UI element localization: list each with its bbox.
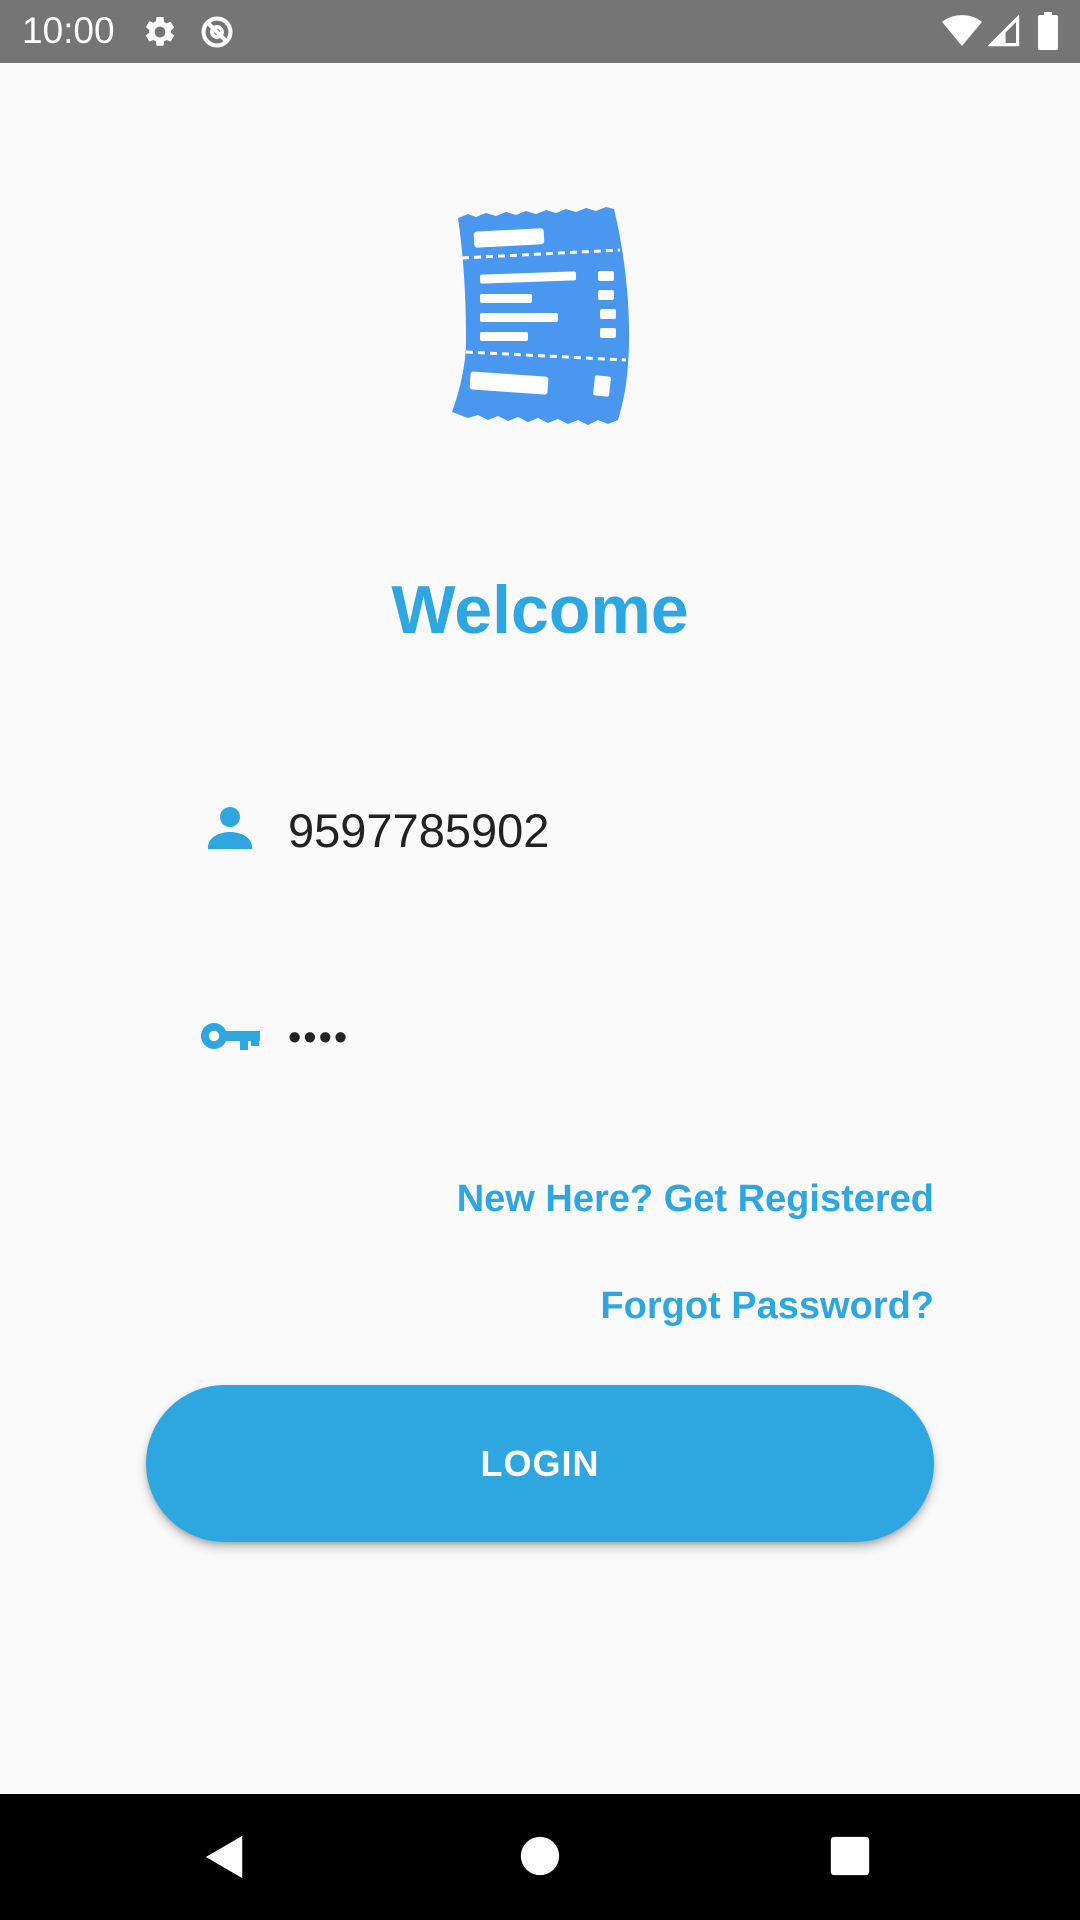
data-saver-icon bbox=[198, 13, 236, 56]
key-icon bbox=[200, 1018, 260, 1059]
wifi-icon bbox=[942, 14, 982, 53]
username-field[interactable] bbox=[288, 800, 928, 860]
recents-icon[interactable] bbox=[830, 1836, 870, 1881]
receipt-logo bbox=[448, 200, 632, 426]
welcome-title: Welcome bbox=[391, 572, 689, 648]
navigation-bar bbox=[0, 1794, 1080, 1920]
login-button[interactable]: LOGIN bbox=[146, 1385, 934, 1542]
gear-icon bbox=[142, 14, 178, 55]
status-bar: 10:00 bbox=[0, 0, 1080, 63]
status-time: 10:00 bbox=[22, 10, 115, 51]
receipt-icon bbox=[452, 207, 630, 425]
home-icon[interactable] bbox=[520, 1836, 560, 1881]
person-icon bbox=[206, 803, 254, 856]
battery-icon bbox=[1038, 12, 1058, 55]
back-icon[interactable] bbox=[202, 1834, 248, 1885]
password-field[interactable]: •••• bbox=[288, 1008, 928, 1068]
forgot-password-link[interactable]: Forgot Password? bbox=[600, 1285, 934, 1328]
register-link[interactable]: New Here? Get Registered bbox=[457, 1178, 934, 1221]
cell-signal-icon bbox=[987, 14, 1020, 53]
